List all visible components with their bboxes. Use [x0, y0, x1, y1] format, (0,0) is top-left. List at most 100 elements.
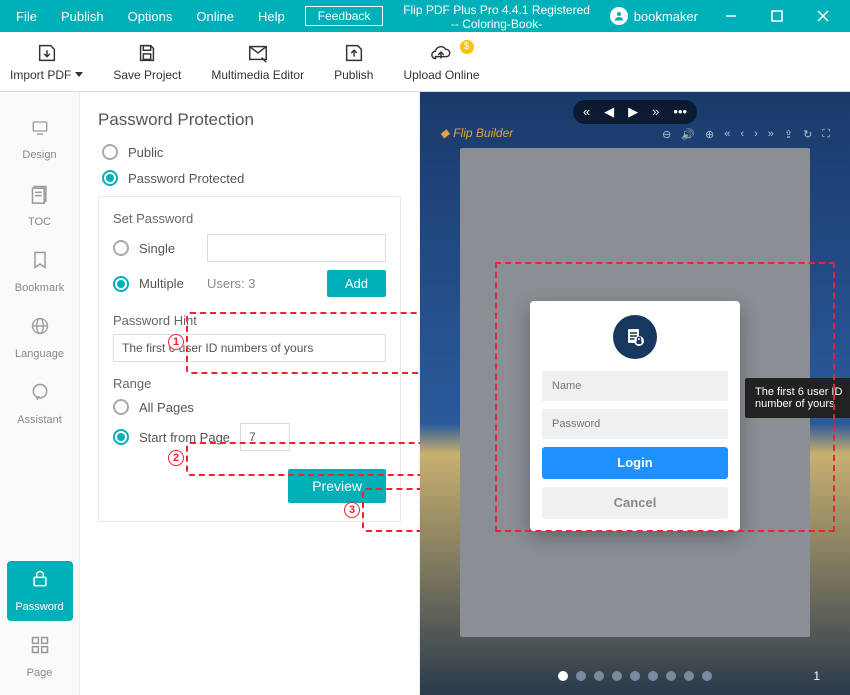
- multimedia-editor-button[interactable]: Multimedia Editor: [211, 42, 304, 82]
- refresh-icon[interactable]: ↻: [803, 128, 812, 141]
- publish-button[interactable]: Publish: [334, 42, 373, 82]
- preview-pane: « ◀ ▶ » ••• Flip Builder ⊖ 🔊 ⊕ « ‹ › » ⇪…: [420, 92, 850, 695]
- share-icon[interactable]: ⇪: [784, 128, 793, 141]
- import-pdf-button[interactable]: Import PDF: [10, 42, 83, 82]
- toolbar: Import PDF Save Project Multimedia Edito…: [0, 32, 850, 92]
- sidebar-item-bookmark[interactable]: Bookmark: [7, 242, 73, 302]
- annotation-1: 1: [168, 334, 184, 350]
- nav-first-small-icon[interactable]: «: [724, 128, 730, 141]
- start-from-radio-row[interactable]: Start from Page: [113, 423, 386, 451]
- lock-icon: [30, 569, 50, 595]
- window-close-button[interactable]: [802, 0, 844, 32]
- sidebar-item-language[interactable]: Language: [7, 308, 73, 368]
- feedback-button[interactable]: Feedback: [305, 6, 384, 26]
- globe-icon: [30, 316, 50, 342]
- nav-more-icon[interactable]: •••: [673, 104, 687, 120]
- menu-options[interactable]: Options: [118, 5, 183, 28]
- sidebar-item-design[interactable]: Design: [7, 110, 73, 170]
- nav-prev-small-icon[interactable]: ‹: [740, 128, 744, 141]
- menu-help[interactable]: Help: [248, 5, 295, 28]
- zoom-out-icon[interactable]: ⊖: [662, 128, 671, 141]
- user-account[interactable]: bookmaker: [610, 7, 698, 25]
- radio-icon: [113, 276, 129, 292]
- menu-publish[interactable]: Publish: [51, 5, 114, 28]
- nav-prev-icon[interactable]: ◀: [604, 104, 614, 120]
- page-dot[interactable]: [558, 671, 568, 681]
- multimedia-editor-label: Multimedia Editor: [211, 68, 304, 82]
- flip-builder-brand: Flip Builder: [440, 126, 513, 140]
- multimedia-icon: [247, 42, 269, 64]
- upload-online-button[interactable]: $ Upload Online: [403, 42, 479, 82]
- radio-icon: [113, 399, 129, 415]
- start-from-label: Start from Page: [139, 430, 230, 445]
- window-minimize-button[interactable]: [710, 0, 752, 32]
- sidebar-item-toc[interactable]: TOC: [7, 176, 73, 236]
- password-hint-input[interactable]: [113, 334, 386, 362]
- single-radio-row[interactable]: Single: [113, 234, 386, 262]
- single-label: Single: [139, 241, 197, 256]
- page-dot[interactable]: [684, 671, 694, 681]
- login-button[interactable]: Login: [542, 447, 728, 479]
- sidebar-label: Password: [15, 601, 63, 613]
- bookmark-icon: [30, 250, 50, 276]
- chat-icon: [30, 382, 50, 408]
- sidebar-label: Language: [15, 348, 64, 360]
- window-maximize-button[interactable]: [756, 0, 798, 32]
- sidebar-item-assistant[interactable]: Assistant: [7, 374, 73, 434]
- login-name-input[interactable]: [542, 371, 728, 401]
- start-page-input[interactable]: [240, 423, 290, 451]
- login-password-input[interactable]: [542, 409, 728, 439]
- public-radio-row[interactable]: Public: [102, 144, 401, 160]
- nav-next-icon[interactable]: ▶: [628, 104, 638, 120]
- import-pdf-label: Import PDF: [10, 68, 71, 82]
- save-project-button[interactable]: Save Project: [113, 42, 181, 82]
- add-button[interactable]: Add: [327, 270, 386, 297]
- toc-icon: [30, 184, 50, 210]
- page-number-label: 1: [813, 669, 820, 683]
- sidebar: Design TOC Bookmark Language Assistant P…: [0, 92, 80, 695]
- sound-icon[interactable]: 🔊: [681, 128, 695, 141]
- all-pages-radio-row[interactable]: All Pages: [113, 399, 386, 415]
- fullscreen-icon[interactable]: ⛶: [822, 128, 830, 141]
- sidebar-label: Design: [22, 149, 56, 161]
- multiple-label: Multiple: [139, 276, 197, 291]
- upload-online-label: Upload Online: [403, 68, 479, 82]
- page-dot[interactable]: [576, 671, 586, 681]
- nav-last-small-icon[interactable]: »: [768, 128, 774, 141]
- page-dot[interactable]: [594, 671, 604, 681]
- publish-label: Publish: [334, 68, 373, 82]
- save-project-label: Save Project: [113, 68, 181, 82]
- sidebar-item-page[interactable]: Page: [7, 627, 73, 687]
- menubar: File Publish Options Online Help Feedbac…: [0, 0, 850, 32]
- radio-icon: [102, 144, 118, 160]
- page-dot[interactable]: [702, 671, 712, 681]
- main-area: Design TOC Bookmark Language Assistant P…: [0, 92, 850, 695]
- sidebar-item-password[interactable]: Password: [7, 561, 73, 621]
- menu-file[interactable]: File: [6, 5, 47, 28]
- username-label: bookmaker: [634, 9, 698, 24]
- sidebar-label: Assistant: [17, 414, 62, 426]
- radio-icon: [113, 429, 129, 445]
- sidebar-label: Page: [27, 667, 53, 679]
- protected-radio-row[interactable]: Password Protected: [102, 170, 401, 186]
- page-dot[interactable]: [612, 671, 622, 681]
- nav-last-icon[interactable]: »: [652, 104, 659, 120]
- page-dot[interactable]: [648, 671, 658, 681]
- nav-first-icon[interactable]: «: [583, 104, 590, 120]
- publish-icon: [343, 42, 365, 64]
- zoom-in-icon[interactable]: ⊕: [705, 128, 714, 141]
- multiple-radio-row[interactable]: Multiple Users: 3 Add: [113, 270, 386, 297]
- window-title-line1: Flip PDF Plus Pro 4.4.1 Registered: [387, 3, 605, 17]
- page-dot[interactable]: [630, 671, 640, 681]
- annotation-3: 3: [344, 502, 360, 518]
- nav-next-small-icon[interactable]: ›: [754, 128, 758, 141]
- cancel-button[interactable]: Cancel: [542, 487, 728, 519]
- menu-online[interactable]: Online: [186, 5, 244, 28]
- all-pages-label: All Pages: [139, 400, 194, 415]
- save-icon: [136, 42, 158, 64]
- page-dot[interactable]: [666, 671, 676, 681]
- lock-badge-icon: [613, 315, 657, 359]
- preview-button[interactable]: Preview: [288, 469, 386, 503]
- single-password-input[interactable]: [207, 234, 386, 262]
- import-icon: [36, 42, 58, 64]
